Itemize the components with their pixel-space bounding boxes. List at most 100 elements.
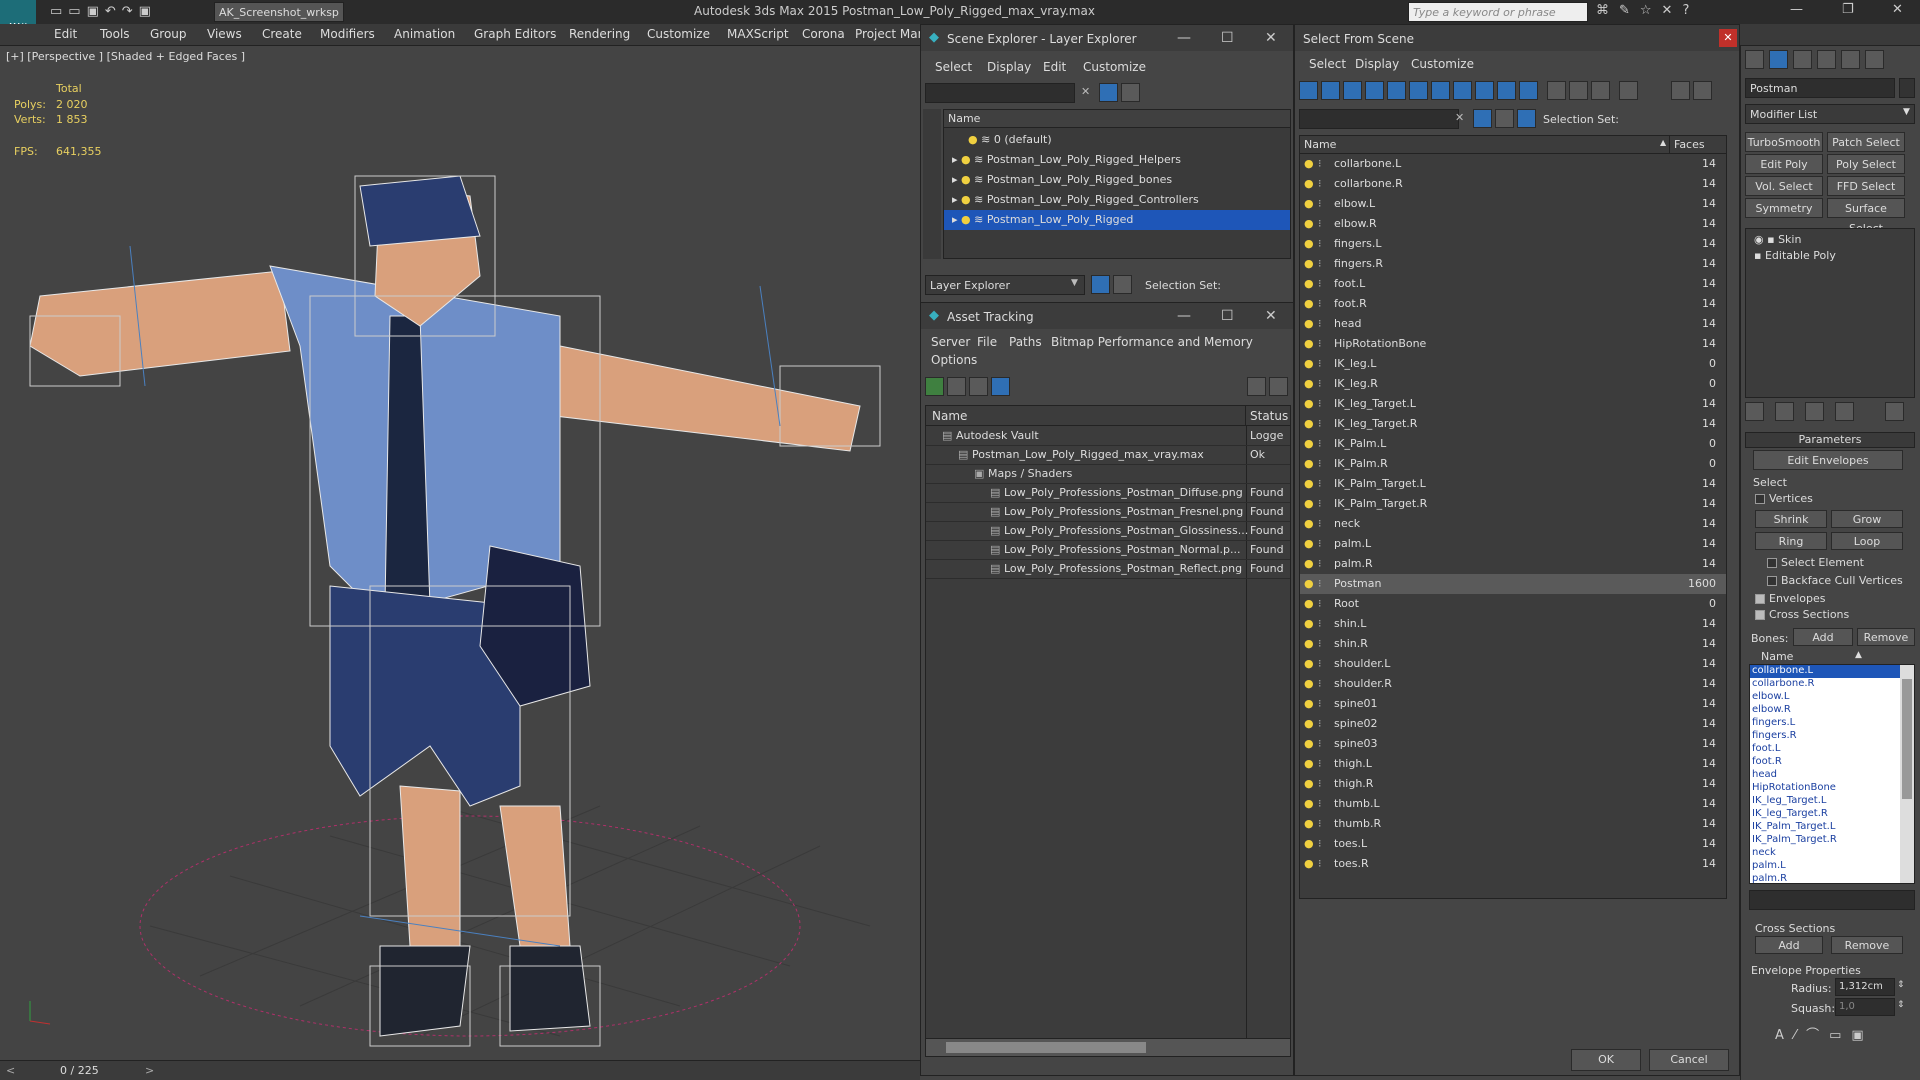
containers-filter-icon[interactable] bbox=[1497, 81, 1516, 100]
cross-sections-checkbox[interactable]: Cross Sections bbox=[1755, 608, 1849, 628]
bones-filter-icon[interactable] bbox=[1475, 81, 1494, 100]
modify-tab-icon[interactable] bbox=[1769, 50, 1788, 69]
light-bulb-icon[interactable]: ● bbox=[1304, 437, 1314, 450]
light-bulb-icon[interactable]: ● bbox=[1304, 837, 1314, 850]
light-bulb-icon[interactable]: ● bbox=[1304, 477, 1314, 490]
bone-item[interactable]: fingers.R bbox=[1750, 730, 1900, 743]
turbosmooth-button[interactable]: TurboSmooth bbox=[1745, 132, 1823, 152]
cameras-filter-icon[interactable] bbox=[1365, 81, 1384, 100]
sort-up-icon[interactable]: ▲ bbox=[1855, 650, 1862, 660]
minimize-icon[interactable]: — bbox=[1177, 30, 1191, 46]
object-row[interactable]: ● ⁝ shoulder.R 14 bbox=[1300, 674, 1726, 694]
freeze-icon[interactable]: ⁝ bbox=[1318, 337, 1322, 350]
menu-views[interactable]: Views bbox=[207, 27, 242, 41]
hierarchy-icon[interactable] bbox=[1113, 275, 1132, 294]
light-bulb-icon[interactable]: ● bbox=[1304, 317, 1314, 330]
bones-list[interactable]: collarbone.L collarbone.R elbow.L elbow.R fi… bbox=[1749, 664, 1915, 884]
bone-item[interactable]: head bbox=[1750, 769, 1900, 782]
bones-name-column[interactable]: Name bbox=[1761, 650, 1793, 663]
pin-stack-icon[interactable] bbox=[1745, 402, 1764, 421]
display-tab-icon[interactable] bbox=[1841, 50, 1860, 69]
grow-button[interactable]: Grow bbox=[1831, 510, 1903, 528]
stack-item-editable-poly[interactable]: ▪ Editable Poly bbox=[1754, 249, 1836, 269]
utilities-tab-icon[interactable] bbox=[1865, 50, 1884, 69]
object-row[interactable]: ● ⁝ thigh.L 14 bbox=[1300, 754, 1726, 774]
layer-list-header[interactable]: Name bbox=[944, 110, 1290, 128]
bone-item[interactable]: palm.R bbox=[1750, 873, 1900, 883]
perspective-viewport[interactable]: [+] [Perspective ] [Shaded + Edged Faces… bbox=[0, 46, 920, 1058]
info-center-icons[interactable]: ⌘✎☆✕? bbox=[1596, 3, 1699, 18]
layer-explorer-dropdown[interactable]: Layer Explorer bbox=[925, 275, 1085, 295]
col-faces-header[interactable]: Faces bbox=[1670, 136, 1726, 154]
asset-row[interactable]: ▤ Low_Poly_Professions_Postman_Normal.p..… bbox=[926, 540, 1290, 560]
object-row[interactable]: ● ⁝ IK_leg_Target.R 14 bbox=[1300, 414, 1726, 434]
freeze-icon[interactable]: ⁝ bbox=[1318, 377, 1322, 390]
refresh-icon[interactable] bbox=[925, 377, 944, 396]
clear-search-icon[interactable]: ✕ bbox=[1455, 111, 1464, 124]
object-row[interactable]: ● ⁝ collarbone.R 14 bbox=[1300, 174, 1726, 194]
layer-list[interactable]: Name ● ≋ 0 (default) ▸ ● ≋ Postman_Low_P… bbox=[943, 109, 1291, 259]
geometry-filter-icon[interactable] bbox=[1299, 81, 1318, 100]
asset-menu-server[interactable]: Server bbox=[931, 335, 970, 349]
frozen-filter-icon[interactable] bbox=[1519, 81, 1538, 100]
freeze-icon[interactable]: ⁝ bbox=[1318, 757, 1322, 770]
object-row[interactable]: ● ⁝ elbow.L 14 bbox=[1300, 194, 1726, 214]
object-row[interactable]: ● ⁝ thumb.L 14 bbox=[1300, 794, 1726, 814]
hierarchy-icon[interactable] bbox=[1517, 109, 1536, 128]
scrollbar-thumb[interactable] bbox=[946, 1042, 1146, 1053]
bone-item[interactable]: palm.L bbox=[1750, 860, 1900, 873]
menu-create[interactable]: Create bbox=[262, 27, 302, 41]
light-bulb-icon[interactable]: ● bbox=[1304, 177, 1314, 190]
light-bulb-icon[interactable]: ● bbox=[1304, 637, 1314, 650]
object-color-swatch[interactable] bbox=[1899, 78, 1915, 98]
remove-bone-button[interactable]: Remove bbox=[1857, 628, 1915, 646]
object-row[interactable]: ● ⁝ foot.L 14 bbox=[1300, 274, 1726, 294]
object-row[interactable]: ● ⁝ IK_Palm.L 0 bbox=[1300, 434, 1726, 454]
asset-menu-paths[interactable]: Paths bbox=[1009, 335, 1042, 349]
spinner-arrows-icon[interactable]: ⇕ bbox=[1897, 1000, 1905, 1010]
object-row[interactable]: ● ⁝ palm.R 14 bbox=[1300, 554, 1726, 574]
menu-group[interactable]: Group bbox=[150, 27, 187, 41]
object-row[interactable]: ● ⁝ Root 0 bbox=[1300, 594, 1726, 614]
chevron-down-icon[interactable]: ▼ bbox=[1903, 107, 1910, 117]
asset-menu-bitmap[interactable]: Bitmap Performance and Memory bbox=[1051, 335, 1253, 349]
restore-icon[interactable]: ❐ bbox=[1842, 2, 1854, 17]
menu-edit[interactable]: Edit bbox=[54, 27, 77, 41]
menu-rendering[interactable]: Rendering bbox=[569, 27, 630, 41]
menu-graph-editors[interactable]: Graph Editors bbox=[474, 27, 556, 41]
vol-select-button[interactable]: Vol. Select bbox=[1745, 176, 1823, 196]
loop-button[interactable]: Loop bbox=[1831, 532, 1903, 550]
light-bulb-icon[interactable]: ● bbox=[1304, 617, 1314, 630]
light-bulb-icon[interactable]: ● bbox=[1304, 557, 1314, 570]
stack-tools-toolbar[interactable] bbox=[1745, 402, 1915, 422]
create-tab-icon[interactable] bbox=[1745, 50, 1764, 69]
light-bulb-icon[interactable]: ● bbox=[1304, 537, 1314, 550]
display-all-icon[interactable] bbox=[1547, 81, 1566, 100]
hierarchy-tab-icon[interactable] bbox=[1793, 50, 1812, 69]
sfs-menu-customize[interactable]: Customize bbox=[1411, 57, 1474, 71]
light-bulb-icon[interactable]: ● bbox=[961, 173, 971, 186]
light-bulb-icon[interactable]: ● bbox=[1304, 717, 1314, 730]
freeze-icon[interactable]: ⁝ bbox=[1318, 577, 1322, 590]
object-row[interactable]: ● ⁝ IK_leg_Target.L 14 bbox=[1300, 394, 1726, 414]
scene-explorer-menu-customize[interactable]: Customize bbox=[1083, 60, 1146, 74]
object-row[interactable]: ● ⁝ collarbone.L 14 bbox=[1300, 154, 1726, 174]
freeze-icon[interactable]: ⁝ bbox=[1318, 357, 1322, 370]
bone-item[interactable]: foot.L bbox=[1750, 743, 1900, 756]
freeze-icon[interactable]: ⁝ bbox=[1318, 237, 1322, 250]
freeze-icon[interactable]: ⁝ bbox=[1318, 437, 1322, 450]
freeze-icon[interactable]: ⁝ bbox=[1318, 197, 1322, 210]
symmetry-button[interactable]: Symmetry bbox=[1745, 198, 1823, 218]
workspace-dropdown[interactable]: AK_Screenshot_wrksp bbox=[214, 2, 344, 22]
spinner-arrows-icon[interactable]: ⇕ bbox=[1897, 980, 1905, 990]
object-row[interactable]: ● ⁝ shoulder.L 14 bbox=[1300, 654, 1726, 674]
menu-modifiers[interactable]: Modifiers bbox=[320, 27, 375, 41]
light-bulb-icon[interactable]: ● bbox=[1304, 777, 1314, 790]
spacewarps-filter-icon[interactable] bbox=[1409, 81, 1428, 100]
modifier-stack[interactable]: ◉ ▪ Skin ▪ Editable Poly bbox=[1745, 228, 1915, 398]
list-view-icon[interactable] bbox=[947, 377, 966, 396]
scene-explorer-search[interactable] bbox=[925, 83, 1075, 103]
menu-animation[interactable]: Animation bbox=[394, 27, 455, 41]
filter-icon[interactable] bbox=[1619, 81, 1638, 100]
object-row[interactable]: ● ⁝ IK_Palm.R 0 bbox=[1300, 454, 1726, 474]
